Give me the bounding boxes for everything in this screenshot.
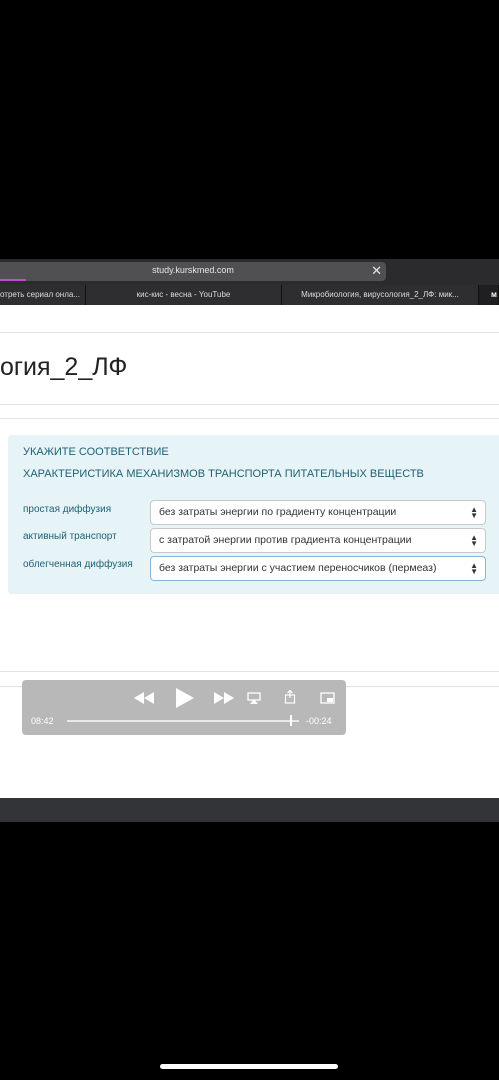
airplay-icon[interactable] bbox=[247, 692, 261, 704]
play-icon[interactable] bbox=[176, 688, 194, 708]
divider bbox=[0, 671, 499, 672]
select-value: без затраты энергии с участием переносчи… bbox=[159, 562, 437, 574]
home-indicator[interactable] bbox=[160, 1064, 338, 1069]
match-label-facilitated-diffusion: облегченная диффузия bbox=[23, 559, 133, 570]
question-box: УКАЖИТЕ СООТВЕТСТВИЕ ХАРАКТЕРИСТИКА МЕХА… bbox=[8, 435, 499, 594]
url-text: study.kurskmed.com bbox=[152, 265, 234, 275]
match-label-simple-diffusion: простая диффузия bbox=[23, 504, 112, 515]
match-select-active-transport[interactable]: с затратой энергии против градиента конц… bbox=[150, 528, 486, 553]
tab-strip: отреть сериал онла... кис-кис - весна - … bbox=[0, 285, 499, 305]
fast-forward-icon[interactable] bbox=[214, 692, 234, 704]
rewind-icon[interactable] bbox=[134, 692, 154, 704]
select-arrows-icon: ▲ ▼ bbox=[470, 560, 478, 576]
match-select-simple-diffusion[interactable]: без затраты энергии по градиенту концент… bbox=[150, 500, 486, 525]
tab-youtube[interactable]: кис-кис - весна - YouTube bbox=[86, 285, 282, 305]
divider bbox=[0, 404, 499, 405]
select-value: с затратой энергии против градиента конц… bbox=[159, 534, 412, 546]
address-bar[interactable]: study.kurskmed.com ✕ bbox=[0, 262, 386, 281]
bottom-toolbar bbox=[0, 798, 499, 822]
select-value: без затраты энергии по градиенту концент… bbox=[159, 506, 397, 518]
picture-in-picture-icon[interactable] bbox=[320, 692, 335, 704]
tab-microbiology[interactable]: Микробиология, вирусология_2_ЛФ: мик... bbox=[282, 285, 479, 305]
share-icon[interactable] bbox=[284, 690, 296, 704]
tab-active[interactable]: м bbox=[479, 285, 499, 305]
divider bbox=[0, 418, 499, 419]
select-arrows-icon: ▲ ▼ bbox=[470, 532, 478, 548]
browser-chrome: study.kurskmed.com ✕ отреть сериал онла.… bbox=[0, 259, 499, 305]
video-controls: 08:42 -00:24 bbox=[22, 680, 346, 735]
question-instruction: УКАЖИТЕ СООТВЕТСТВИЕ bbox=[23, 446, 169, 458]
scrubber-handle[interactable] bbox=[289, 715, 292, 726]
select-arrows-icon: ▲ ▼ bbox=[470, 504, 478, 520]
question-topic: ХАРАКТЕРИСТИКА МЕХАНИЗМОВ ТРАНСПОРТА ПИТ… bbox=[23, 468, 424, 480]
page-load-progress bbox=[0, 279, 26, 281]
time-remaining: -00:24 bbox=[306, 716, 332, 726]
page-title: огия_2_ЛФ bbox=[0, 353, 128, 381]
close-icon[interactable]: ✕ bbox=[371, 263, 382, 278]
divider bbox=[0, 332, 499, 333]
time-elapsed: 08:42 bbox=[31, 716, 54, 726]
tab-serial[interactable]: отреть сериал онла... bbox=[0, 285, 86, 305]
page-content: огия_2_ЛФ УКАЖИТЕ СООТВЕТСТВИЕ ХАРАКТЕРИ… bbox=[0, 305, 499, 798]
match-label-active-transport: активный транспорт bbox=[23, 531, 117, 542]
match-select-facilitated-diffusion[interactable]: без затраты энергии с участием переносчи… bbox=[150, 556, 486, 581]
scrubber-track[interactable] bbox=[67, 720, 299, 722]
